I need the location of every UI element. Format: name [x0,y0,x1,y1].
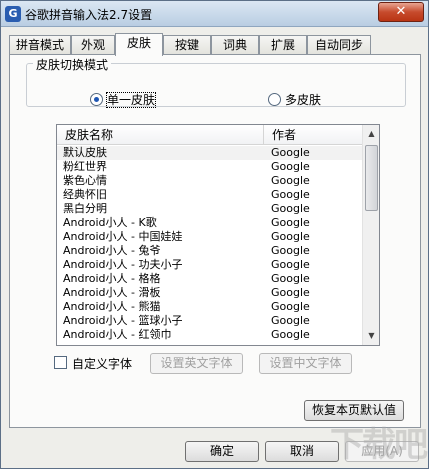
table-row[interactable]: Android小人 - K歌 Google [57,216,363,230]
app-icon: G [5,6,21,22]
skin-name-cell: 紫色心情 [63,174,107,187]
scroll-up-icon[interactable]: ▲ [364,126,379,142]
skin-mode-groupbox: 皮肤切换模式 [26,56,406,107]
skin-name-cell: Android小人 - 格格 [63,272,161,285]
author-cell: Google [271,244,310,257]
author-cell: Google [271,328,310,341]
tab-keys[interactable]: 按键 [163,35,211,55]
settings-window: G 谷歌拼音输入法2.7设置 ✕ 拼音模式 外观 皮肤 按键 词典 扩展 自动同… [0,0,429,469]
skin-tab-panel: 皮肤切换模式 单一皮肤 多皮肤 皮肤名称 作者 默认皮肤 Google 粉红世界 Go… [9,54,421,428]
tab-extensions[interactable]: 扩展 [259,35,307,55]
close-button[interactable]: ✕ [378,2,424,22]
skin-list[interactable]: 皮肤名称 作者 默认皮肤 Google 粉红世界 Google 紫色心情 Google 经典… [56,124,380,346]
skin-name-cell: Android小人 - 红领巾 [63,328,172,341]
table-row[interactable]: Android小人 - 篮球小子 Google [57,314,363,328]
tab-skin[interactable]: 皮肤 [115,33,163,56]
custom-font-label[interactable]: 自定义字体 [72,355,132,372]
set-chinese-font-button[interactable]: 设置中文字体 [259,353,352,374]
table-row[interactable]: Android小人 - 熊猫 Google [57,300,363,314]
skin-name-cell: Android小人 - 兔爷 [63,244,161,257]
tab-bar: 拼音模式 外观 皮肤 按键 词典 扩展 自动同步 [9,33,424,56]
table-row[interactable]: Android小人 - 红领巾 Google [57,328,363,342]
author-cell: Google [271,286,310,299]
ok-button[interactable]: 确定 [185,441,259,462]
author-cell: Google [271,160,310,173]
table-row[interactable]: Android小人 - 滑板 Google [57,286,363,300]
author-cell: Google [271,188,310,201]
skin-name-cell: Android小人 - 功夫小子 [63,258,183,271]
skin-mode-legend: 皮肤切换模式 [33,56,112,73]
skin-name-cell: Android小人 - 滑板 [63,286,161,299]
title-bar[interactable]: G 谷歌拼音输入法2.7设置 ✕ [1,1,428,27]
scroll-down-icon[interactable]: ▼ [364,328,379,344]
skin-name-cell: 黑白分明 [63,202,107,215]
author-cell: Google [271,216,310,229]
table-row[interactable]: Android小人 - 中国娃娃 Google [57,230,363,244]
skin-name-cell: Android小人 - 熊猫 [63,300,161,313]
window-title: 谷歌拼音输入法2.7设置 [25,8,153,22]
table-row[interactable]: 黑白分明 Google [57,202,363,216]
skin-name-cell: 经典怀旧 [63,188,107,201]
radio-multi-skin[interactable]: 多皮肤 [268,91,321,107]
radio-multi-skin-label: 多皮肤 [285,93,322,107]
author-cell: Google [271,314,310,327]
table-row[interactable]: Android小人 - 功夫小子 Google [57,258,363,272]
table-row[interactable]: 经典怀旧 Google [57,188,363,202]
tab-pinyin-mode[interactable]: 拼音模式 [9,35,71,55]
radio-button-icon[interactable] [268,93,281,106]
skin-name-cell: Android小人 - 中国娃娃 [63,230,183,243]
set-english-font-button[interactable]: 设置英文字体 [150,353,243,374]
skin-name-cell: 默认皮肤 [63,146,107,159]
tab-dictionary[interactable]: 词典 [211,35,259,55]
watermark-text: 下载吧 [330,425,428,465]
tab-appearance[interactable]: 外观 [71,35,115,55]
radio-single-skin[interactable]: 单一皮肤 [90,91,157,108]
author-cell: Google [271,258,310,271]
skin-name-cell: 粉红世界 [63,160,107,173]
author-cell: Google [271,230,310,243]
table-row[interactable]: 粉红世界 Google [57,160,363,174]
table-row[interactable]: Android小人 - 兔爷 Google [57,244,363,258]
skin-list-header: 皮肤名称 作者 [57,125,363,145]
table-row[interactable]: Android小人 - 格格 Google [57,272,363,286]
tab-auto-sync[interactable]: 自动同步 [307,35,371,55]
skin-list-rows: 默认皮肤 Google 粉红世界 Google 紫色心情 Google 经典怀旧 Google… [57,146,363,342]
table-row[interactable]: 默认皮肤 Google [57,146,363,160]
radio-button-icon[interactable] [90,93,103,106]
column-header-skin-name[interactable]: 皮肤名称 [57,125,264,145]
skin-list-scrollbar[interactable]: ▲ ▼ [362,125,379,345]
author-cell: Google [271,300,310,313]
author-cell: Google [271,146,310,159]
radio-single-skin-label: 单一皮肤 [105,92,157,108]
cancel-button[interactable]: 取消 [265,441,339,462]
skin-name-cell: Android小人 - 篮球小子 [63,314,183,327]
custom-font-checkbox[interactable] [54,356,67,369]
skin-name-cell: Android小人 - K歌 [63,216,157,229]
scrollbar-thumb[interactable] [365,145,378,211]
column-header-author[interactable]: 作者 [264,125,363,145]
author-cell: Google [271,174,310,187]
table-row[interactable]: 紫色心情 Google [57,174,363,188]
author-cell: Google [271,272,310,285]
author-cell: Google [271,202,310,215]
